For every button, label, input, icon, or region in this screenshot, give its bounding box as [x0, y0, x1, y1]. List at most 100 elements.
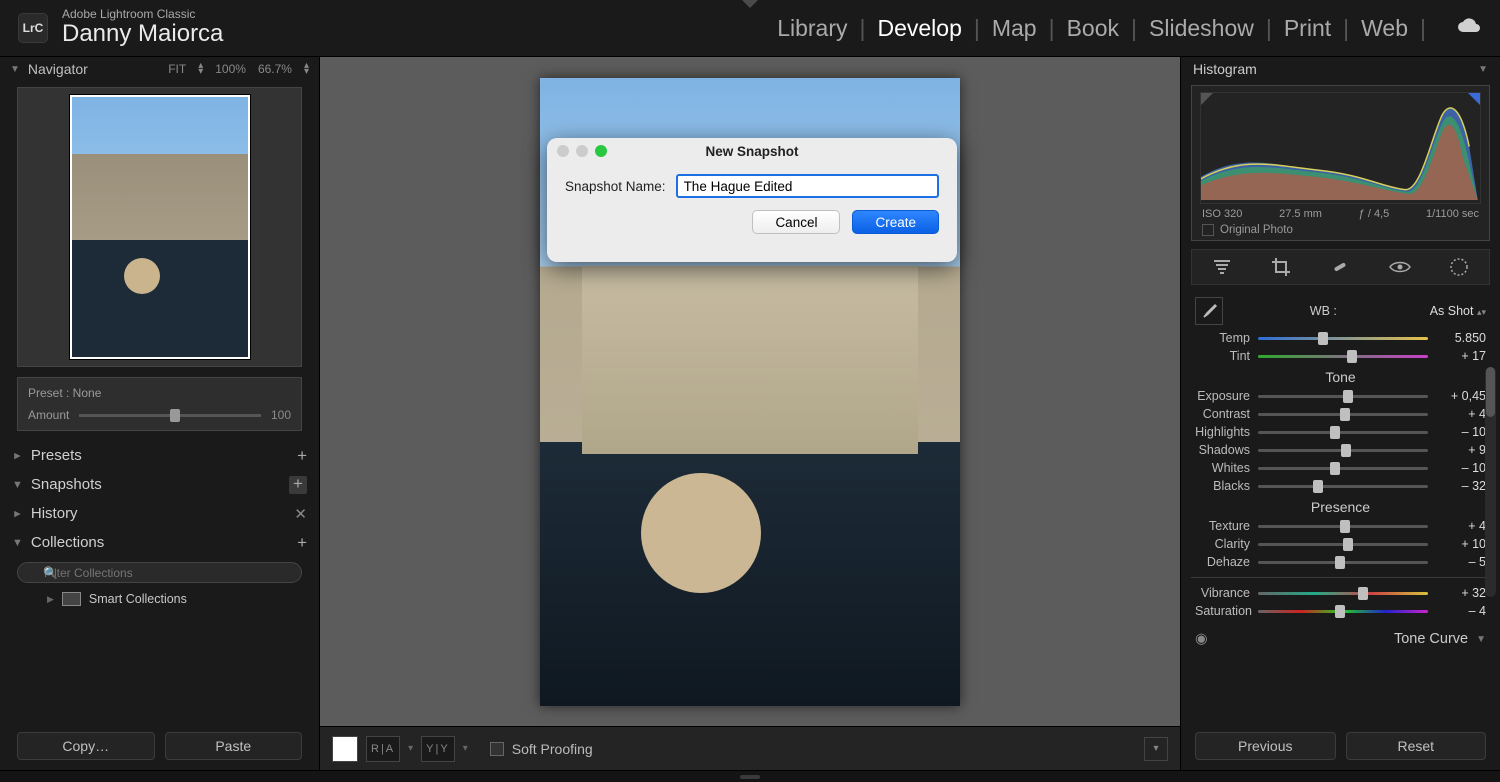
traffic-zoom-icon[interactable]: [595, 145, 607, 157]
slider-temp[interactable]: Temp5.850: [1181, 329, 1500, 347]
slider-vibrance[interactable]: Vibrance+ 32: [1181, 584, 1500, 602]
app-info: Adobe Lightroom Classic Danny Maiorca: [62, 8, 223, 48]
dropdown-icon[interactable]: ▾: [408, 743, 413, 754]
redeye-tool-icon[interactable]: [1388, 255, 1412, 279]
navigator-preview[interactable]: [17, 87, 302, 367]
preset-preview-box: Preset : None Amount 100: [17, 377, 302, 431]
snapshots-add-icon[interactable]: +: [289, 476, 307, 494]
preset-amount-label: Amount: [28, 408, 69, 422]
smart-collections-item[interactable]: ▶ Smart Collections: [47, 592, 302, 606]
panel-collections[interactable]: ▼Collections +: [0, 528, 319, 557]
reset-button[interactable]: Reset: [1346, 732, 1487, 760]
visibility-icon[interactable]: ◉: [1195, 631, 1208, 647]
dropdown-icon[interactable]: ▾: [463, 743, 468, 754]
wb-dropdown[interactable]: As Shot ▴▾: [1430, 304, 1486, 318]
wb-label: WB :: [1310, 304, 1337, 318]
cloud-sync-icon[interactable]: [1456, 15, 1482, 42]
before-after-ra-button[interactable]: R|A: [366, 736, 400, 762]
soft-proofing-label: Soft Proofing: [512, 741, 593, 757]
hist-iso: ISO 320: [1202, 208, 1242, 220]
module-slideshow[interactable]: Slideshow: [1149, 15, 1254, 42]
panel-snapshots[interactable]: ▼Snapshots +: [0, 470, 319, 499]
identity-plate: Danny Maiorca: [62, 21, 223, 47]
module-develop[interactable]: Develop: [877, 15, 961, 42]
module-print[interactable]: Print: [1284, 15, 1331, 42]
smart-collection-icon: [62, 592, 81, 606]
zoom-66[interactable]: 66.7%: [258, 62, 292, 76]
slider-contrast[interactable]: Contrast+ 4: [1181, 405, 1500, 423]
new-snapshot-dialog: New Snapshot Snapshot Name: Cancel Creat…: [547, 138, 957, 262]
navigator-thumbnail: [70, 95, 250, 359]
traffic-close-icon[interactable]: [557, 145, 569, 157]
search-icon: 🔍: [43, 566, 58, 580]
before-after-yy-button[interactable]: Y|Y: [421, 736, 455, 762]
soft-proofing-checkbox[interactable]: [490, 742, 504, 756]
filter-collections-input[interactable]: [17, 562, 302, 583]
histogram-chart[interactable]: [1200, 92, 1481, 204]
module-book[interactable]: Book: [1067, 15, 1119, 42]
tone-title: Tone: [1181, 369, 1500, 385]
slider-tint[interactable]: Tint+ 17: [1181, 347, 1500, 365]
histogram-box: ISO 320 27.5 mm ƒ / 4,5 1/1100 sec Origi…: [1191, 85, 1490, 241]
zoom-100[interactable]: 100%: [215, 62, 246, 76]
slider-texture[interactable]: Texture+ 4: [1181, 517, 1500, 535]
disclosure-triangle-icon: ▼: [1478, 64, 1488, 75]
slider-clarity[interactable]: Clarity+ 10: [1181, 535, 1500, 553]
panel-history[interactable]: ▼History ✕: [0, 499, 319, 528]
slider-shadows[interactable]: Shadows+ 9: [1181, 441, 1500, 459]
right-scrollbar[interactable]: [1485, 367, 1496, 597]
paste-settings-button[interactable]: Paste: [165, 732, 303, 760]
history-clear-icon[interactable]: ✕: [294, 505, 307, 523]
crop-tool-icon[interactable]: [1269, 255, 1293, 279]
toolbar-menu-button[interactable]: ▾: [1144, 737, 1168, 761]
hist-shutter: 1/1100 sec: [1426, 208, 1479, 220]
presets-add-icon[interactable]: +: [297, 446, 307, 466]
slider-dehaze[interactable]: Dehaze– 5: [1181, 553, 1500, 571]
panel-collapse-top-icon[interactable]: [742, 0, 758, 8]
navigator-title: Navigator: [28, 61, 88, 77]
mask-tool-icon[interactable]: [1210, 255, 1234, 279]
hist-focal: 27.5 mm: [1279, 208, 1322, 220]
center-panel: R|A ▾ Y|Y ▾ Soft Proofing ▾ New Snapshot: [320, 57, 1180, 770]
module-picker: Library| Develop| Map| Book| Slideshow| …: [777, 15, 1482, 42]
previous-button[interactable]: Previous: [1195, 732, 1336, 760]
wb-eyedropper-icon[interactable]: [1195, 297, 1223, 325]
cancel-button[interactable]: Cancel: [752, 210, 840, 234]
panel-presets[interactable]: ▼Presets +: [0, 441, 319, 470]
collections-add-icon[interactable]: +: [297, 533, 307, 553]
traffic-minimize-icon[interactable]: [576, 145, 588, 157]
navigator-header[interactable]: ▼ Navigator FIT▴▾ 100% 66.7%▴▾: [0, 57, 319, 81]
copy-settings-button[interactable]: Copy…: [17, 732, 155, 760]
heal-tool-icon[interactable]: [1328, 255, 1352, 279]
right-panel: Histogram ▼ ISO 320 27.5 mm ƒ / 4,5 1/11…: [1180, 57, 1500, 770]
tone-curve-header[interactable]: ◉ Tone Curve ▼: [1181, 626, 1500, 652]
masking-tool-icon[interactable]: [1447, 255, 1471, 279]
filmstrip-collapse-handle[interactable]: [0, 770, 1500, 782]
app-titlebar: LrC Adobe Lightroom Classic Danny Maiorc…: [0, 0, 1500, 57]
preset-amount-slider[interactable]: [79, 414, 261, 417]
preset-amount-value: 100: [271, 408, 291, 422]
snapshot-name-input[interactable]: [676, 174, 939, 198]
module-web[interactable]: Web: [1361, 15, 1408, 42]
module-map[interactable]: Map: [992, 15, 1037, 42]
left-panel: ▼ Navigator FIT▴▾ 100% 66.7%▴▾ Preset : …: [0, 57, 320, 770]
histogram-header[interactable]: Histogram ▼: [1181, 57, 1500, 81]
original-photo-label: Original Photo: [1220, 224, 1293, 236]
develop-toolbar: R|A ▾ Y|Y ▾ Soft Proofing ▾: [320, 726, 1180, 770]
slider-saturation[interactable]: Saturation– 4: [1181, 602, 1500, 620]
slider-whites[interactable]: Whites– 10: [1181, 459, 1500, 477]
presence-title: Presence: [1181, 499, 1500, 515]
disclosure-triangle-icon: ▼: [1476, 634, 1486, 645]
create-button[interactable]: Create: [852, 210, 939, 234]
disclosure-triangle-icon: ▼: [10, 64, 20, 75]
zoom-fit[interactable]: FIT: [168, 62, 186, 76]
snapshot-name-label: Snapshot Name:: [565, 179, 666, 194]
slider-exposure[interactable]: Exposure+ 0,45: [1181, 387, 1500, 405]
loupe-view-button[interactable]: [332, 736, 358, 762]
module-library[interactable]: Library: [777, 15, 847, 42]
original-photo-checkbox[interactable]: [1202, 224, 1214, 236]
slider-highlights[interactable]: Highlights– 10: [1181, 423, 1500, 441]
app-logo: LrC: [18, 13, 48, 43]
slider-blacks[interactable]: Blacks– 32: [1181, 477, 1500, 495]
dialog-title: New Snapshot: [705, 144, 798, 159]
